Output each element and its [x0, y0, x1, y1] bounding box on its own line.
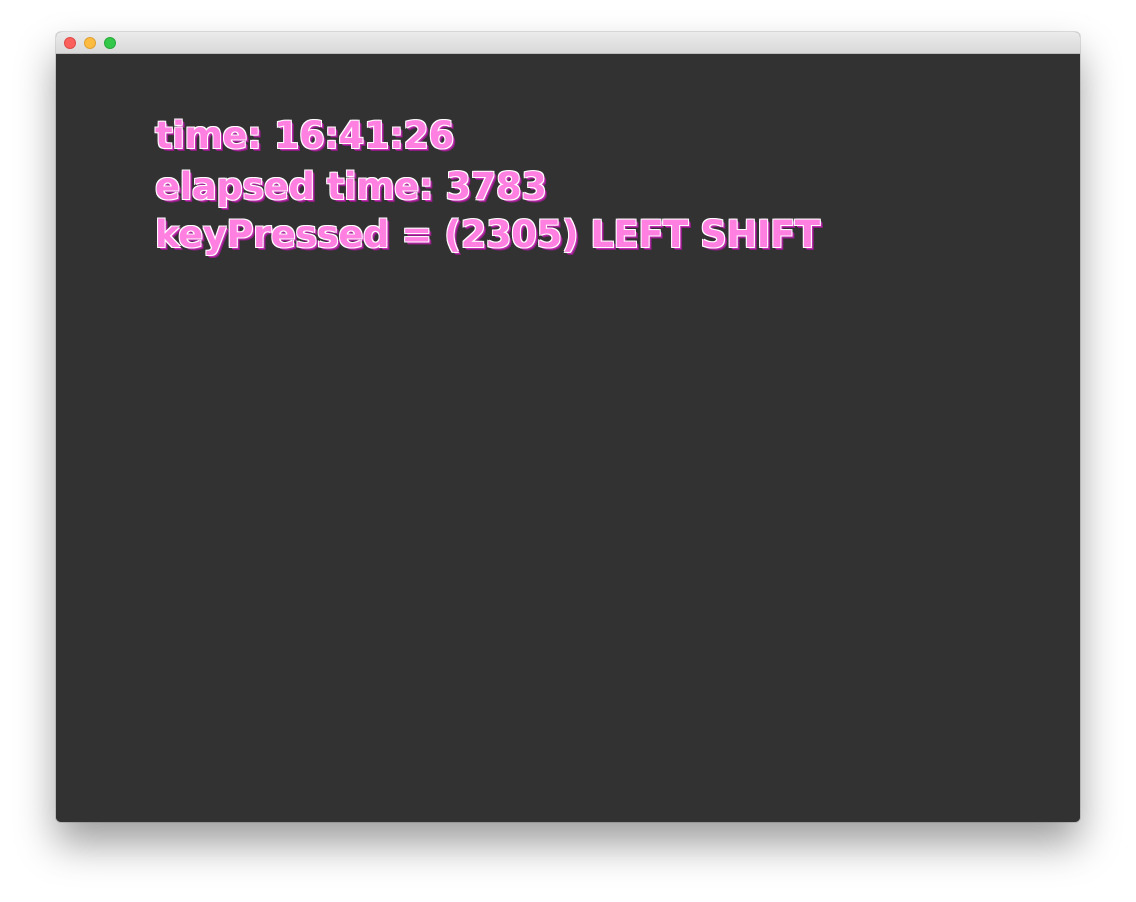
minimize-icon[interactable]: [84, 37, 96, 49]
title-bar[interactable]: [56, 32, 1080, 54]
canvas: time: 16:41:26 elapsed time: 3783 keyPre…: [56, 54, 1080, 822]
close-icon[interactable]: [64, 37, 76, 49]
app-window: time: 16:41:26 elapsed time: 3783 keyPre…: [56, 32, 1080, 822]
elapsed-time-text: elapsed time: 3783: [155, 165, 547, 208]
key-pressed-text: keyPressed = (2305) LEFT SHIFT: [155, 213, 820, 256]
time-text: time: 16:41:26: [155, 114, 454, 157]
maximize-icon[interactable]: [104, 37, 116, 49]
